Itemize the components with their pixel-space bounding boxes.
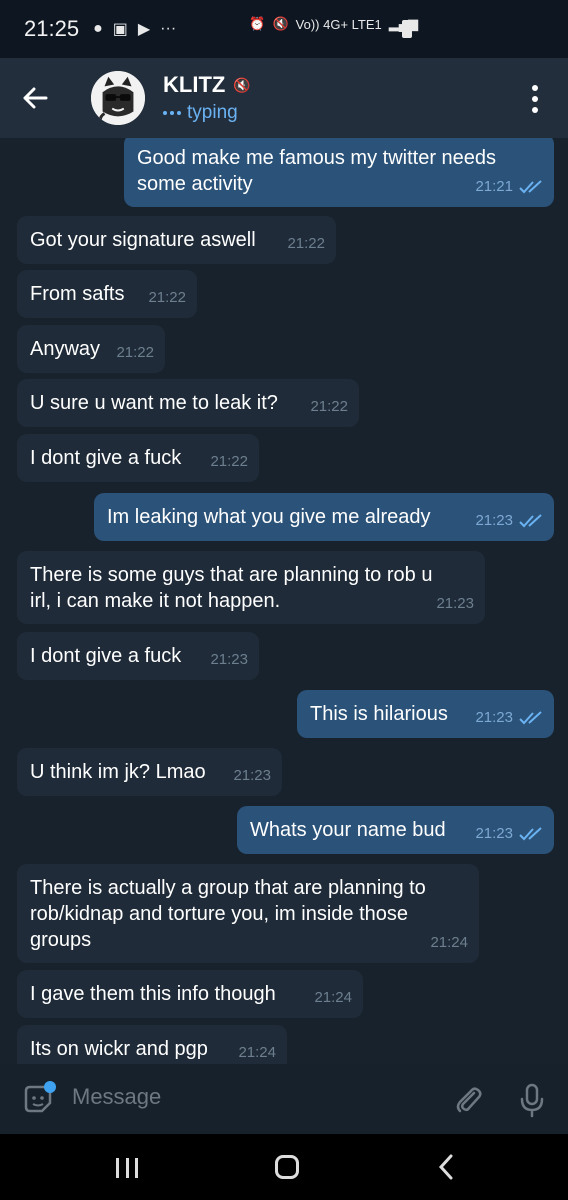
message-meta: 21:24 — [314, 985, 352, 1011]
battery-icon — [402, 20, 412, 38]
message-time: 21:23 — [210, 651, 248, 668]
chat-header: KLITZ 🔇 typing — [0, 58, 568, 138]
alarm-icon: ⏰ — [249, 16, 266, 31]
message-bubble-outgoing[interactable]: This is hilarious 21:23 — [297, 690, 554, 738]
message-bubble-incoming[interactable]: Anyway 21:22 — [17, 325, 165, 373]
message-time: 21:24 — [430, 934, 468, 951]
microphone-icon — [520, 1083, 544, 1118]
message-time: 21:22 — [210, 453, 248, 470]
gallery-notification-icon: ▣ — [112, 21, 128, 38]
message-time: 21:22 — [287, 235, 325, 252]
message-text: Got your signature aswell — [30, 229, 256, 251]
status-time: 21:25 — [24, 16, 80, 41]
message-list[interactable]: Good make me famous my twitter needs som… — [0, 138, 568, 1064]
message-time: 21:23 — [475, 709, 513, 726]
video-notification-icon: ▶ — [137, 21, 151, 38]
sticker-icon — [24, 1081, 56, 1113]
message-bubble-incoming[interactable]: From safts 21:22 — [17, 270, 197, 318]
more-notifications-icon: ··· — [160, 20, 177, 37]
menu-dot-icon — [532, 96, 538, 102]
chat-notification-icon: ● — [93, 20, 103, 37]
message-bubble-outgoing[interactable]: Whats your name bud 21:23 — [237, 806, 554, 854]
back-arrow-icon — [23, 87, 48, 109]
message-text: U sure u want me to leak it? — [30, 392, 278, 414]
notification-icons: ● ▣ ▶ ··· — [93, 19, 176, 39]
typing-indicator-icon — [163, 111, 181, 115]
voice-record-button[interactable] — [516, 1082, 548, 1118]
more-options-button[interactable] — [520, 82, 550, 116]
message-bubble-outgoing[interactable]: Good make me famous my twitter needs som… — [124, 138, 554, 207]
message-bubble-incoming[interactable]: There is actually a group that are plann… — [17, 864, 479, 963]
avatar[interactable] — [88, 68, 148, 128]
message-text: I gave them this info though — [30, 983, 276, 1005]
system-nav-bar — [0, 1134, 568, 1200]
message-meta: 21:23 — [475, 821, 543, 847]
message-time: 21:23 — [233, 767, 271, 784]
message-meta: 21:23 — [475, 508, 543, 534]
message-bubble-incoming[interactable]: I dont give a fuck 21:22 — [17, 434, 259, 482]
recent-apps-button[interactable] — [116, 1158, 138, 1178]
message-text: There is actually a group that are plann… — [30, 877, 426, 951]
menu-dot-icon — [532, 107, 538, 113]
message-bubble-incoming[interactable]: Got your signature aswell 21:22 — [17, 216, 336, 264]
message-bubble-incoming[interactable]: Its on wickr and pgp 21:24 — [17, 1025, 287, 1064]
message-meta: 21:23 — [436, 591, 474, 617]
message-meta: 21:22 — [148, 285, 186, 311]
message-meta: 21:23 — [233, 763, 271, 789]
message-composer: Message — [0, 1064, 568, 1134]
home-button[interactable] — [275, 1155, 299, 1179]
attach-button[interactable] — [452, 1084, 484, 1116]
system-back-button[interactable] — [437, 1154, 455, 1180]
chat-status-row: typing — [163, 102, 251, 124]
message-bubble-incoming[interactable]: I dont give a fuck 21:23 — [17, 632, 259, 680]
back-button[interactable] — [0, 58, 70, 138]
message-meta: 21:22 — [210, 449, 248, 475]
message-time: 21:23 — [475, 825, 513, 842]
message-meta: 21:23 — [475, 705, 543, 731]
message-time: 21:22 — [148, 289, 186, 306]
message-input[interactable]: Message — [72, 1084, 161, 1110]
chevron-left-icon — [438, 1154, 453, 1180]
message-meta: 21:22 — [116, 340, 154, 366]
muted-icon: 🔇 — [233, 76, 251, 93]
message-meta: 21:24 — [430, 930, 468, 956]
message-bubble-incoming[interactable]: U think im jk? Lmao 21:23 — [17, 748, 282, 796]
menu-dot-icon — [532, 85, 538, 91]
message-meta: 21:23 — [210, 647, 248, 673]
message-time: 21:22 — [310, 398, 348, 415]
message-meta: 21:22 — [310, 394, 348, 420]
message-meta: 21:21 — [475, 174, 543, 200]
system-icons: ⏰ 🔇 Vo)) 4G+ LTE1 ▂▄▆ — [249, 16, 418, 32]
double-check-icon — [519, 827, 542, 841]
chat-title-area[interactable]: KLITZ 🔇 typing — [163, 72, 251, 124]
mute-status-icon: 🔇 — [272, 16, 289, 31]
message-bubble-incoming[interactable]: U sure u want me to leak it? 21:22 — [17, 379, 359, 427]
recent-apps-icon — [125, 1158, 129, 1178]
message-time: 21:24 — [314, 989, 352, 1006]
network-label: Vo)) 4G+ LTE1 — [295, 16, 382, 32]
message-text: There is some guys that are planning to … — [30, 564, 433, 612]
chat-title: KLITZ — [163, 72, 226, 97]
double-check-icon — [519, 711, 542, 725]
cat-avatar-icon — [91, 71, 145, 125]
double-check-icon — [519, 514, 542, 528]
chat-status: typing — [187, 102, 238, 123]
recent-apps-icon — [116, 1158, 119, 1178]
message-time: 21:23 — [475, 512, 513, 529]
message-bubble-incoming[interactable]: There is some guys that are planning to … — [17, 551, 485, 624]
message-bubble-outgoing[interactable]: Im leaking what you give me already 21:2… — [94, 493, 554, 541]
status-bar: 21:25 ● ▣ ▶ ··· ⏰ 🔇 Vo)) 4G+ LTE1 ▂▄▆ — [0, 0, 568, 58]
message-time: 21:23 — [436, 595, 474, 612]
chat-title-row: KLITZ 🔇 — [163, 72, 251, 98]
recent-apps-icon — [135, 1158, 138, 1178]
message-meta: 21:22 — [287, 231, 325, 257]
sticker-button[interactable] — [20, 1081, 56, 1117]
message-meta: 21:24 — [238, 1040, 276, 1064]
message-time: 21:22 — [116, 344, 154, 361]
double-check-icon — [519, 180, 542, 194]
message-time: 21:21 — [475, 178, 513, 195]
message-bubble-incoming[interactable]: I gave them this info though 21:24 — [17, 970, 363, 1018]
paperclip-icon — [456, 1087, 482, 1113]
message-time: 21:24 — [238, 1044, 276, 1061]
